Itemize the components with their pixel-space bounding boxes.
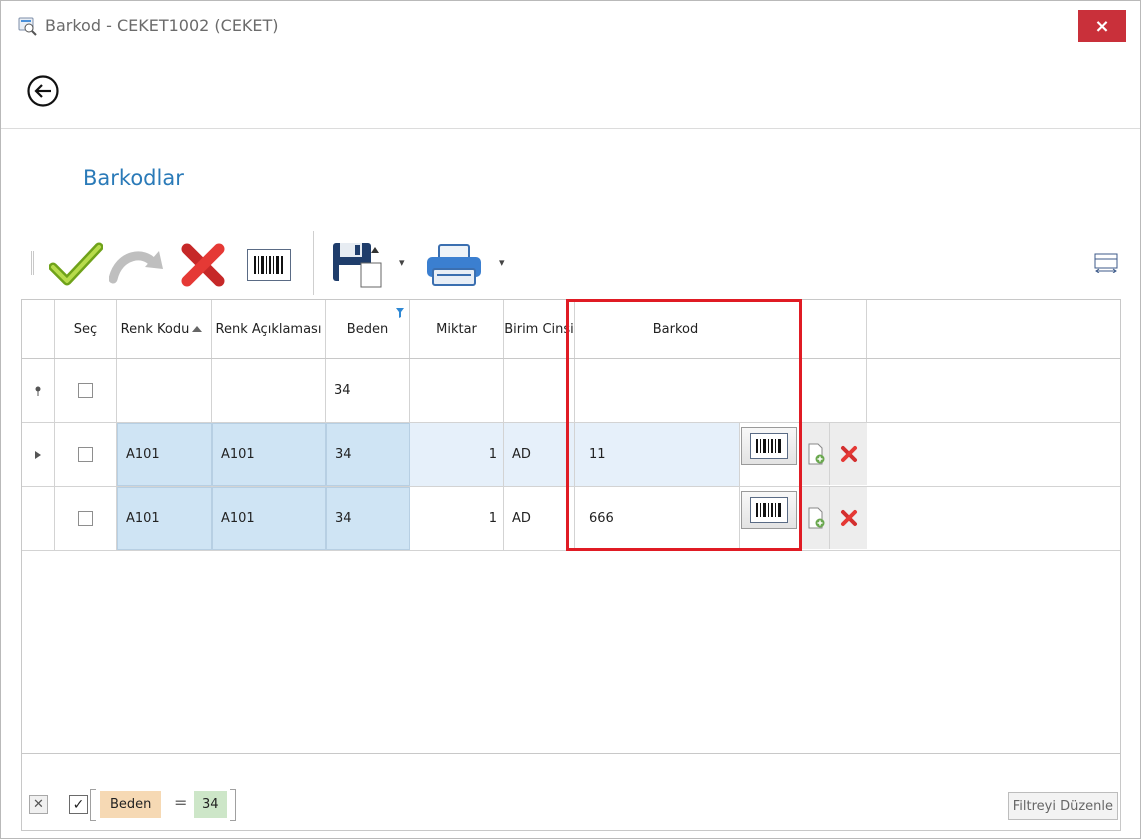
row-select-checkbox[interactable] — [78, 511, 93, 526]
filter-row-indicator — [22, 359, 55, 422]
miktar-cell[interactable]: 1 — [410, 423, 504, 486]
select-cell[interactable] — [55, 423, 117, 486]
add-row-button[interactable] — [801, 423, 829, 485]
back-arrow-icon[interactable] — [26, 74, 60, 108]
row-indicator — [22, 487, 55, 550]
approve-icon[interactable] — [49, 241, 103, 287]
back-bar — [1, 53, 1140, 129]
filter-bracket-right — [230, 789, 236, 821]
filter-icon[interactable] — [396, 308, 404, 318]
row-select-checkbox[interactable] — [78, 447, 93, 462]
toolbar-separator — [313, 231, 314, 295]
beden-cell[interactable]: 34 — [326, 423, 410, 486]
barcode-window: Barkod - CEKET1002 (CEKET) × Barkodlar ▾… — [0, 0, 1141, 839]
filter-enable-checkbox[interactable]: ✓ — [69, 795, 88, 814]
redo-icon[interactable] — [109, 245, 167, 285]
filter-operator[interactable]: = — [174, 793, 187, 812]
edit-filter-button[interactable]: Filtreyi Düzenle — [1007, 792, 1118, 820]
add-row-button[interactable] — [801, 487, 829, 549]
barcode-bars-icon — [254, 256, 283, 274]
renk-kodu-cell[interactable]: A101 — [117, 487, 212, 550]
filter-panel: ✕ ✓ Beden = 34 Filtreyi Düzenle — [21, 753, 1121, 831]
filter-beden-cell[interactable]: 34 — [326, 359, 410, 422]
column-header-renk-aciklamasi[interactable]: Renk Açıklaması — [212, 300, 326, 358]
sort-ascending-icon — [192, 326, 202, 332]
fit-columns-icon[interactable] — [1094, 253, 1118, 273]
clear-filter-button[interactable]: ✕ — [29, 795, 48, 814]
select-cell[interactable] — [55, 487, 117, 550]
save-dropdown-arrow-icon[interactable]: ▾ — [399, 256, 405, 269]
filter-pin-icon — [35, 386, 41, 396]
toolbar-grip — [31, 251, 34, 275]
delete-row-button[interactable] — [829, 423, 867, 485]
delete-icon[interactable] — [179, 241, 227, 287]
filter-miktar-cell[interactable] — [410, 359, 504, 422]
close-button[interactable]: × — [1078, 10, 1126, 42]
new-document-icon — [808, 443, 824, 465]
column-header-sec[interactable]: Seç — [55, 300, 117, 358]
page-title: Barkodlar — [83, 166, 184, 190]
filter-renk-aciklamasi-cell[interactable] — [212, 359, 326, 422]
filter-select-checkbox[interactable] — [78, 383, 93, 398]
delete-icon — [840, 446, 857, 462]
toolbar: ▾ ▾ — [1, 229, 1140, 299]
filter-select-cell[interactable] — [55, 359, 117, 422]
miktar-cell[interactable]: 1 — [410, 487, 504, 550]
barkod-column-highlight — [566, 299, 802, 551]
column-header-miktar[interactable]: Miktar — [410, 300, 504, 358]
filter-bracket-left — [90, 789, 96, 821]
birim-cell[interactable]: AD — [504, 487, 575, 550]
delete-icon — [840, 510, 857, 526]
filter-value[interactable]: 34 — [194, 791, 227, 818]
filter-birim-cell[interactable] — [504, 359, 575, 422]
delete-row-button[interactable] — [829, 487, 867, 549]
renk-aciklamasi-cell[interactable]: A101 — [212, 487, 326, 550]
title-bar: Barkod - CEKET1002 (CEKET) × — [1, 1, 1140, 53]
birim-cell[interactable]: AD — [504, 423, 575, 486]
current-row-arrow-icon — [35, 450, 41, 459]
new-document-icon — [808, 507, 824, 529]
filter-renk-kodu-cell[interactable] — [117, 359, 212, 422]
print-icon[interactable] — [425, 243, 483, 287]
renk-kodu-cell[interactable]: A101 — [117, 423, 212, 486]
barcode-icon[interactable] — [247, 249, 291, 281]
row-indicator-header — [22, 300, 55, 358]
print-dropdown-arrow-icon[interactable]: ▾ — [499, 256, 505, 269]
column-header-birim-cinsi[interactable]: Birim Cinsi — [504, 300, 575, 358]
row-indicator — [22, 423, 55, 486]
renk-aciklamasi-cell[interactable]: A101 — [212, 423, 326, 486]
window-title: Barkod - CEKET1002 (CEKET) — [45, 16, 279, 35]
save-icon[interactable] — [331, 239, 383, 289]
filter-field[interactable]: Beden — [100, 791, 162, 818]
beden-cell[interactable]: 34 — [326, 487, 410, 550]
app-window-icon — [18, 17, 37, 36]
